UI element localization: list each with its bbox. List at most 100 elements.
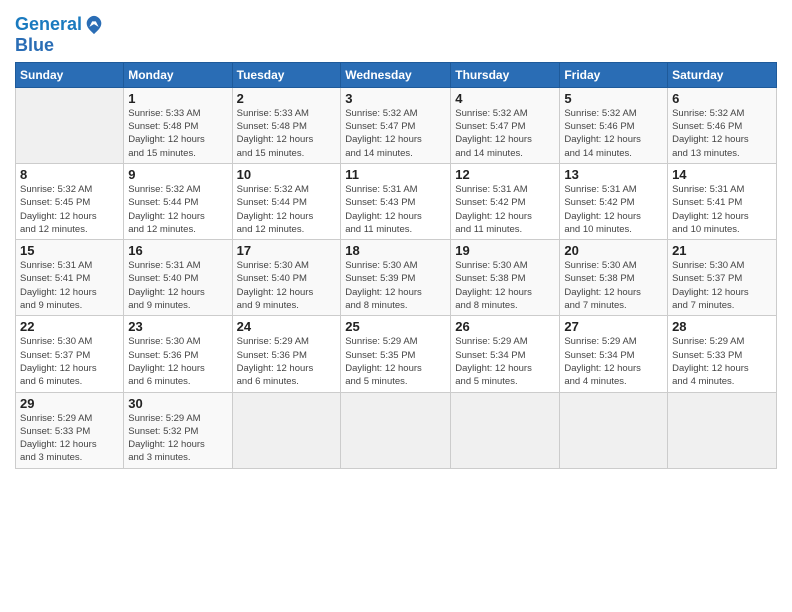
day-number: 18 <box>345 243 446 258</box>
day-number: 25 <box>345 319 446 334</box>
day-info: Sunrise: 5:30 AMSunset: 5:38 PMDaylight:… <box>564 259 663 312</box>
day-number: 23 <box>128 319 227 334</box>
calendar-cell: 6Sunrise: 5:32 AMSunset: 5:46 PMDaylight… <box>668 87 777 163</box>
calendar-cell <box>16 87 124 163</box>
day-info: Sunrise: 5:32 AMSunset: 5:47 PMDaylight:… <box>455 107 555 160</box>
weekday-header: Wednesday <box>341 62 451 87</box>
calendar-cell: 23Sunrise: 5:30 AMSunset: 5:36 PMDayligh… <box>124 316 232 392</box>
day-info: Sunrise: 5:32 AMSunset: 5:46 PMDaylight:… <box>564 107 663 160</box>
calendar-cell: 14Sunrise: 5:31 AMSunset: 5:41 PMDayligh… <box>668 163 777 239</box>
day-info: Sunrise: 5:30 AMSunset: 5:36 PMDaylight:… <box>128 335 227 388</box>
day-number: 15 <box>20 243 119 258</box>
day-info: Sunrise: 5:29 AMSunset: 5:36 PMDaylight:… <box>237 335 337 388</box>
calendar-cell: 25Sunrise: 5:29 AMSunset: 5:35 PMDayligh… <box>341 316 451 392</box>
day-info: Sunrise: 5:31 AMSunset: 5:41 PMDaylight:… <box>672 183 772 236</box>
weekday-header: Saturday <box>668 62 777 87</box>
calendar-cell <box>560 392 668 468</box>
weekday-header: Monday <box>124 62 232 87</box>
day-number: 8 <box>20 167 119 182</box>
day-info: Sunrise: 5:29 AMSunset: 5:34 PMDaylight:… <box>564 335 663 388</box>
day-number: 2 <box>237 91 337 106</box>
day-number: 26 <box>455 319 555 334</box>
calendar-cell: 22Sunrise: 5:30 AMSunset: 5:37 PMDayligh… <box>16 316 124 392</box>
calendar-cell <box>451 392 560 468</box>
day-number: 19 <box>455 243 555 258</box>
day-number: 21 <box>672 243 772 258</box>
day-info: Sunrise: 5:29 AMSunset: 5:34 PMDaylight:… <box>455 335 555 388</box>
day-number: 29 <box>20 396 119 411</box>
calendar-cell: 8Sunrise: 5:32 AMSunset: 5:45 PMDaylight… <box>16 163 124 239</box>
calendar-cell: 5Sunrise: 5:32 AMSunset: 5:46 PMDaylight… <box>560 87 668 163</box>
calendar-week-row: 29Sunrise: 5:29 AMSunset: 5:33 PMDayligh… <box>16 392 777 468</box>
day-info: Sunrise: 5:29 AMSunset: 5:32 PMDaylight:… <box>128 412 227 465</box>
day-info: Sunrise: 5:31 AMSunset: 5:42 PMDaylight:… <box>455 183 555 236</box>
day-number: 30 <box>128 396 227 411</box>
day-number: 1 <box>128 91 227 106</box>
calendar-cell: 3Sunrise: 5:32 AMSunset: 5:47 PMDaylight… <box>341 87 451 163</box>
day-info: Sunrise: 5:32 AMSunset: 5:45 PMDaylight:… <box>20 183 119 236</box>
calendar-week-row: 8Sunrise: 5:32 AMSunset: 5:45 PMDaylight… <box>16 163 777 239</box>
day-info: Sunrise: 5:30 AMSunset: 5:39 PMDaylight:… <box>345 259 446 312</box>
day-info: Sunrise: 5:32 AMSunset: 5:44 PMDaylight:… <box>128 183 227 236</box>
logo-blue: Blue <box>15 36 106 56</box>
day-info: Sunrise: 5:33 AMSunset: 5:48 PMDaylight:… <box>128 107 227 160</box>
calendar-cell <box>341 392 451 468</box>
day-info: Sunrise: 5:29 AMSunset: 5:35 PMDaylight:… <box>345 335 446 388</box>
day-number: 13 <box>564 167 663 182</box>
calendar-cell: 28Sunrise: 5:29 AMSunset: 5:33 PMDayligh… <box>668 316 777 392</box>
day-info: Sunrise: 5:30 AMSunset: 5:40 PMDaylight:… <box>237 259 337 312</box>
day-info: Sunrise: 5:33 AMSunset: 5:48 PMDaylight:… <box>237 107 337 160</box>
day-number: 11 <box>345 167 446 182</box>
day-number: 4 <box>455 91 555 106</box>
calendar-cell: 12Sunrise: 5:31 AMSunset: 5:42 PMDayligh… <box>451 163 560 239</box>
day-number: 17 <box>237 243 337 258</box>
logo: General Blue <box>15 14 106 56</box>
calendar-header-row: SundayMondayTuesdayWednesdayThursdayFrid… <box>16 62 777 87</box>
day-number: 28 <box>672 319 772 334</box>
calendar-cell: 9Sunrise: 5:32 AMSunset: 5:44 PMDaylight… <box>124 163 232 239</box>
calendar-cell: 21Sunrise: 5:30 AMSunset: 5:37 PMDayligh… <box>668 240 777 316</box>
day-info: Sunrise: 5:31 AMSunset: 5:40 PMDaylight:… <box>128 259 227 312</box>
calendar-cell <box>232 392 341 468</box>
calendar-cell: 29Sunrise: 5:29 AMSunset: 5:33 PMDayligh… <box>16 392 124 468</box>
day-number: 16 <box>128 243 227 258</box>
day-number: 24 <box>237 319 337 334</box>
day-number: 27 <box>564 319 663 334</box>
calendar-cell: 17Sunrise: 5:30 AMSunset: 5:40 PMDayligh… <box>232 240 341 316</box>
calendar-cell: 1Sunrise: 5:33 AMSunset: 5:48 PMDaylight… <box>124 87 232 163</box>
calendar-week-row: 22Sunrise: 5:30 AMSunset: 5:37 PMDayligh… <box>16 316 777 392</box>
weekday-header: Thursday <box>451 62 560 87</box>
day-info: Sunrise: 5:31 AMSunset: 5:41 PMDaylight:… <box>20 259 119 312</box>
calendar-cell: 30Sunrise: 5:29 AMSunset: 5:32 PMDayligh… <box>124 392 232 468</box>
day-info: Sunrise: 5:30 AMSunset: 5:37 PMDaylight:… <box>20 335 119 388</box>
weekday-header: Sunday <box>16 62 124 87</box>
day-number: 14 <box>672 167 772 182</box>
calendar-table: SundayMondayTuesdayWednesdayThursdayFrid… <box>15 62 777 469</box>
weekday-header: Tuesday <box>232 62 341 87</box>
calendar-cell: 18Sunrise: 5:30 AMSunset: 5:39 PMDayligh… <box>341 240 451 316</box>
day-number: 10 <box>237 167 337 182</box>
day-number: 9 <box>128 167 227 182</box>
calendar-cell: 24Sunrise: 5:29 AMSunset: 5:36 PMDayligh… <box>232 316 341 392</box>
calendar-week-row: 15Sunrise: 5:31 AMSunset: 5:41 PMDayligh… <box>16 240 777 316</box>
day-info: Sunrise: 5:31 AMSunset: 5:42 PMDaylight:… <box>564 183 663 236</box>
day-info: Sunrise: 5:31 AMSunset: 5:43 PMDaylight:… <box>345 183 446 236</box>
calendar-cell: 10Sunrise: 5:32 AMSunset: 5:44 PMDayligh… <box>232 163 341 239</box>
calendar-cell: 27Sunrise: 5:29 AMSunset: 5:34 PMDayligh… <box>560 316 668 392</box>
day-number: 6 <box>672 91 772 106</box>
day-info: Sunrise: 5:32 AMSunset: 5:46 PMDaylight:… <box>672 107 772 160</box>
logo-text: General <box>15 14 106 36</box>
calendar-cell: 13Sunrise: 5:31 AMSunset: 5:42 PMDayligh… <box>560 163 668 239</box>
day-number: 3 <box>345 91 446 106</box>
day-number: 5 <box>564 91 663 106</box>
weekday-header: Friday <box>560 62 668 87</box>
day-number: 20 <box>564 243 663 258</box>
calendar-cell: 20Sunrise: 5:30 AMSunset: 5:38 PMDayligh… <box>560 240 668 316</box>
calendar-cell: 26Sunrise: 5:29 AMSunset: 5:34 PMDayligh… <box>451 316 560 392</box>
day-info: Sunrise: 5:30 AMSunset: 5:37 PMDaylight:… <box>672 259 772 312</box>
day-info: Sunrise: 5:32 AMSunset: 5:47 PMDaylight:… <box>345 107 446 160</box>
calendar-cell <box>668 392 777 468</box>
day-info: Sunrise: 5:30 AMSunset: 5:38 PMDaylight:… <box>455 259 555 312</box>
day-number: 22 <box>20 319 119 334</box>
calendar-body: 1Sunrise: 5:33 AMSunset: 5:48 PMDaylight… <box>16 87 777 468</box>
